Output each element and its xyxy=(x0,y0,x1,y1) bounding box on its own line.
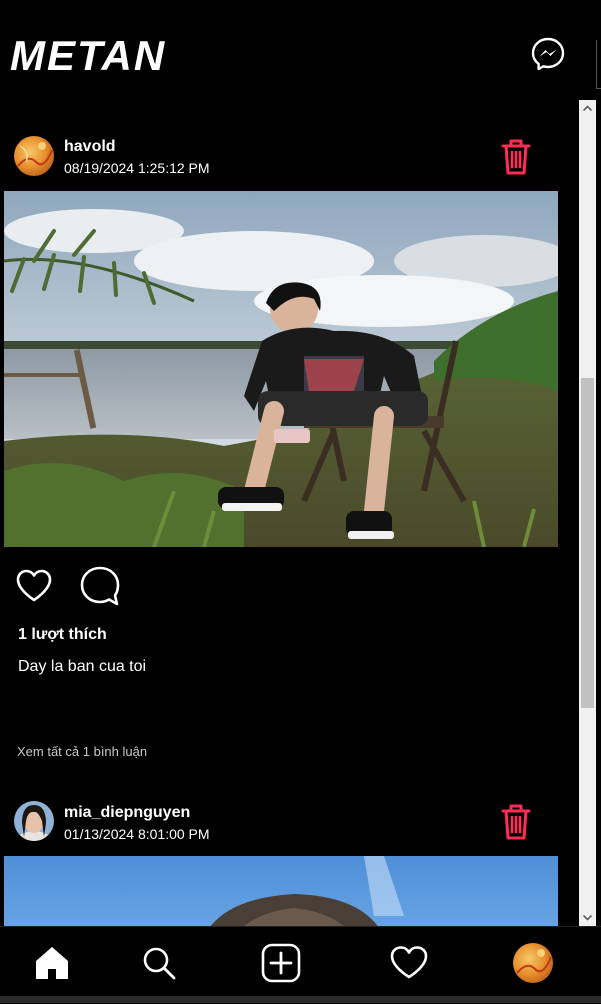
post-timestamp: 01/13/2024 8:01:00 PM xyxy=(64,826,210,842)
bottom-navigation xyxy=(0,926,601,1004)
avatar[interactable] xyxy=(14,136,54,176)
svg-text:METAN: METAN xyxy=(10,34,166,78)
post-username[interactable]: mia_diepnguyen xyxy=(64,804,190,822)
messenger-icon[interactable] xyxy=(530,36,566,72)
post-card: havold 08/19/2024 1:25:12 PM 1 lượt thíc… xyxy=(0,130,578,770)
home-icon[interactable] xyxy=(32,943,72,983)
post-username[interactable]: havold xyxy=(64,138,116,156)
scroll-up-arrow-icon[interactable] xyxy=(579,100,596,117)
metan-logo[interactable]: METAN xyxy=(10,34,182,78)
create-post-icon[interactable] xyxy=(261,943,301,983)
search-icon[interactable] xyxy=(139,943,179,983)
post-photo[interactable] xyxy=(4,856,558,926)
scrollbar-thumb[interactable] xyxy=(581,378,594,708)
like-heart-icon[interactable] xyxy=(14,566,54,606)
post-card: mia_diepnguyen 01/13/2024 8:01:00 PM xyxy=(0,796,578,926)
post-caption: Day la ban cua toi xyxy=(18,658,147,675)
window-edge xyxy=(0,996,601,1003)
window-edge xyxy=(596,40,601,89)
like-count: 1 lượt thích xyxy=(18,626,107,643)
post-timestamp: 08/19/2024 1:25:12 PM xyxy=(64,160,210,176)
comment-icon[interactable] xyxy=(78,564,122,608)
feed[interactable]: havold 08/19/2024 1:25:12 PM 1 lượt thíc… xyxy=(0,104,578,926)
post-photo[interactable] xyxy=(4,191,558,547)
trash-icon[interactable] xyxy=(498,802,534,842)
scroll-down-arrow-icon[interactable] xyxy=(579,909,596,926)
avatar[interactable] xyxy=(14,801,54,841)
vertical-scrollbar[interactable] xyxy=(579,100,596,926)
profile-avatar[interactable] xyxy=(513,943,553,983)
heart-icon[interactable] xyxy=(389,943,429,983)
view-all-comments-link[interactable]: Xem tất cả 1 bình luận xyxy=(17,744,147,759)
trash-icon[interactable] xyxy=(498,137,534,177)
top-header: METAN xyxy=(0,0,601,104)
